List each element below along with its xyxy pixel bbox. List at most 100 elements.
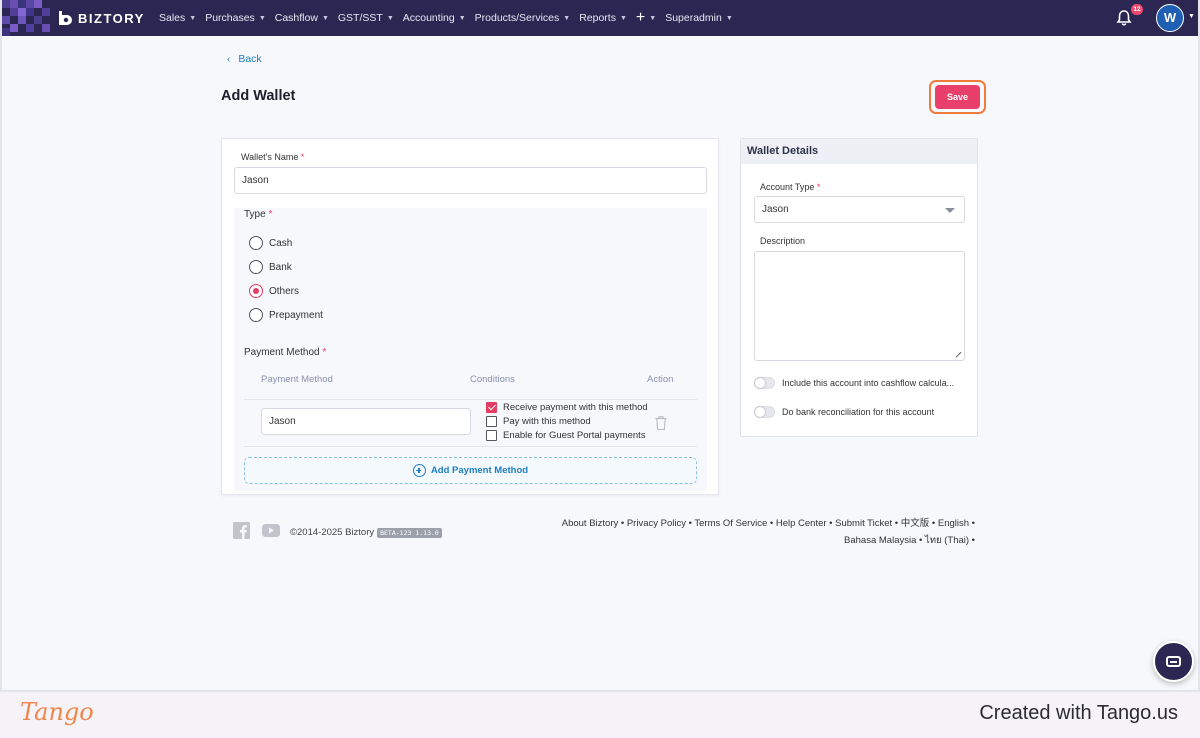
chevron-down-icon: ▼ [649, 14, 657, 22]
chevron-left-icon: ‹ [227, 53, 231, 65]
checkbox[interactable] [486, 416, 497, 427]
nav-purchases[interactable]: Purchases ▼ [205, 12, 266, 24]
description-label: Description [760, 236, 806, 246]
nav-cashflow[interactable]: Cashflow ▼ [275, 12, 329, 24]
chevron-down-icon: ▼ [321, 14, 329, 22]
payment-method-input[interactable]: Jason [261, 408, 471, 435]
nav-label: Superadmin [665, 12, 722, 24]
nav-label: GST/SST [337, 12, 383, 24]
condition-pay-with-method[interactable]: Pay with this method [486, 416, 591, 427]
brand-logo-icon [59, 11, 72, 25]
wallet-details-card: Wallet Details Account Type * Jason Desc… [740, 138, 978, 437]
top-navbar: BIZTORY Sales ▼ Purchases ▼ Cashflow ▼ GST/… [2, 0, 1198, 36]
select-value: Jason [762, 204, 789, 215]
radio-label: Prepayment [269, 309, 323, 321]
radio-button-selected[interactable] [249, 284, 263, 298]
condition-guest-portal[interactable]: Enable for Guest Portal payments [486, 430, 646, 441]
toggle-label: Do bank reconciliation for this account [782, 407, 935, 417]
toggle-switch[interactable] [754, 377, 775, 389]
page-title: Add Wallet [221, 88, 296, 104]
chevron-down-icon: ▼ [258, 14, 266, 22]
column-header-conditions: Conditions [470, 374, 515, 385]
type-section: Type * Cash Bank Others Prepayment Payme… [234, 208, 707, 491]
nav-accounting[interactable]: Accounting ▼ [403, 12, 466, 24]
brand-logo[interactable]: BIZTORY [56, 9, 145, 27]
toggle-switch[interactable] [754, 406, 775, 418]
toggle-label: Include this account into cashflow calcu… [782, 378, 955, 388]
type-label: Type * [244, 209, 272, 220]
plus-circle-icon [412, 464, 426, 477]
condition-receive-payment[interactable]: Receive payment with this method [486, 402, 648, 413]
nav-label: Cashflow [274, 12, 318, 24]
chat-support-button[interactable] [1153, 641, 1194, 682]
required-mark: * [300, 152, 305, 162]
tango-logo: Tango [20, 698, 94, 726]
nav-label: Purchases [205, 12, 255, 24]
nav-gst-sst[interactable]: GST/SST ▼ [338, 12, 394, 24]
trash-icon[interactable] [654, 415, 668, 431]
type-option-others[interactable]: Others [249, 284, 299, 298]
chat-icon [1166, 656, 1181, 667]
notification-badge: 12 [1131, 4, 1143, 15]
wallet-name-input[interactable]: Jason [234, 167, 707, 194]
required-mark: * [268, 209, 273, 220]
radio-label: Others [269, 285, 300, 297]
plus-icon: + [635, 9, 646, 26]
chevron-down-icon: ▼ [386, 14, 394, 22]
avatar[interactable]: W [1156, 4, 1184, 32]
account-type-select[interactable]: Jason [754, 196, 965, 223]
label-text: Payment Method [244, 347, 320, 358]
resize-handle-icon[interactable] [951, 347, 962, 358]
nav-label: Reports [579, 12, 616, 24]
caret-down-icon [945, 208, 955, 213]
required-mark: * [816, 182, 821, 192]
copyright: ©2014-2025 Biztory BETA-123 1.13.0 [290, 527, 442, 538]
type-option-prepayment[interactable]: Prepayment [249, 308, 323, 322]
footer-links-line-2[interactable]: Bahasa Malaysia • ไทย (Thai) • [540, 532, 975, 549]
copyright-text: ©2014-2025 Biztory [290, 527, 375, 538]
checkbox-label: Enable for Guest Portal payments [503, 430, 646, 441]
nav-quick-add[interactable]: + ▼ [636, 9, 656, 27]
radio-button[interactable] [249, 260, 263, 274]
back-label: Back [238, 53, 262, 65]
nav-products-services[interactable]: Products/Services ▼ [475, 12, 571, 24]
save-button[interactable]: Save [935, 85, 980, 109]
button-label: Add Payment Method [430, 465, 529, 476]
chevron-down-icon[interactable]: ▼ [1188, 13, 1195, 20]
column-header-action: Action [647, 374, 674, 385]
type-option-bank[interactable]: Bank [249, 260, 292, 274]
youtube-icon[interactable] [262, 522, 280, 539]
checkbox-label: Pay with this method [503, 416, 591, 427]
account-type-label: Account Type * [760, 182, 820, 192]
brand-name: BIZTORY [78, 10, 145, 26]
toggle-cashflow[interactable]: Include this account into cashflow calcu… [754, 377, 954, 389]
wallet-form-card: Wallet's Name * Jason Type * Cash Bank O… [221, 138, 719, 495]
table-divider [244, 399, 697, 400]
facebook-icon[interactable] [233, 522, 250, 539]
nav-sales[interactable]: Sales ▼ [159, 12, 196, 24]
footer-links: About Biztory • Privacy Policy • Terms O… [540, 515, 975, 549]
column-header-payment-method: Payment Method [261, 374, 333, 385]
nav-label: Sales [159, 12, 186, 24]
back-link[interactable]: ‹ Back [227, 53, 262, 65]
chevron-down-icon: ▼ [725, 14, 733, 22]
checkbox[interactable] [486, 430, 497, 441]
add-payment-method-button[interactable]: Add Payment Method [244, 457, 697, 484]
chevron-down-icon: ▼ [563, 14, 571, 22]
radio-button[interactable] [249, 308, 263, 322]
footer-links-line-1[interactable]: About Biztory • Privacy Policy • Terms O… [540, 515, 975, 532]
chevron-down-icon: ▼ [458, 14, 466, 22]
nav-superadmin[interactable]: Superadmin ▼ [665, 12, 733, 24]
radio-button[interactable] [249, 236, 263, 250]
checkbox-checked[interactable] [486, 402, 497, 413]
radio-label: Bank [269, 261, 292, 273]
wallet-details-title: Wallet Details [741, 139, 977, 164]
main-nav: Sales ▼ Purchases ▼ Cashflow ▼ GST/SST ▼ Acc… [159, 0, 742, 36]
description-textarea[interactable] [754, 251, 965, 361]
wallet-name-label: Wallet's Name * [241, 152, 304, 162]
nav-reports[interactable]: Reports ▼ [579, 12, 627, 24]
version-badge: BETA-123 1.13.0 [377, 527, 442, 538]
type-option-cash[interactable]: Cash [249, 236, 292, 250]
toggle-bank-reconciliation[interactable]: Do bank reconciliation for this account [754, 406, 934, 418]
checkbox-label: Receive payment with this method [503, 402, 648, 413]
